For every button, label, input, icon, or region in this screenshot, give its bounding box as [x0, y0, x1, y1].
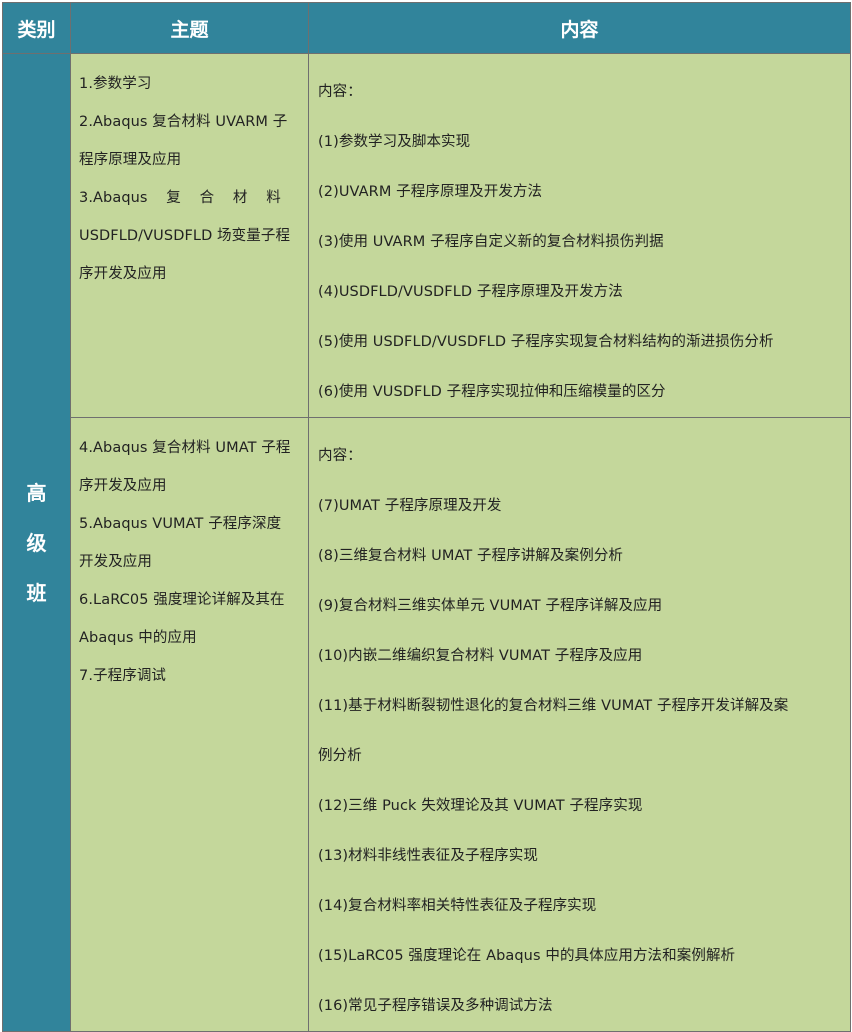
section-row-1: 高 级 班 1.参数学习 2.Abaqus 复合材料 UVARM 子 程序原理及… [2, 53, 851, 1032]
content-item: (13)材料非线性表征及子程序实现 [318, 848, 538, 864]
content-list: 内容： (1)参数学习及脚本实现 (2)UVARM 子程序原理及开发方法 (3)… [309, 54, 850, 417]
header-category: 类别 [2, 2, 71, 54]
topic-line: 开发及应用 [79, 554, 152, 570]
content-item: 例分析 [318, 748, 362, 764]
header-content: 内容 [308, 2, 851, 54]
content-cell: 内容： (7)UMAT 子程序原理及开发 (8)三维复合材料 UMAT 子程序讲… [308, 417, 851, 1032]
topic-line: 序开发及应用 [79, 478, 167, 494]
topic-line: 7.子程序调试 [79, 668, 167, 684]
content-item: (1)参数学习及脚本实现 [318, 134, 471, 150]
content-item: (3)使用 UVARM 子程序自定义新的复合材料损伤判据 [318, 234, 664, 250]
topic-list: 4.Abaqus 复合材料 UMAT 子程 序开发及应用 5.Abaqus VU… [71, 418, 308, 695]
topic-line: 序开发及应用 [79, 266, 167, 282]
content-list: 内容： (7)UMAT 子程序原理及开发 (8)三维复合材料 UMAT 子程序讲… [309, 418, 850, 1031]
content-item: (10)内嵌二维编织复合材料 VUMAT 子程序及应用 [318, 648, 643, 664]
content-cell: 内容： (1)参数学习及脚本实现 (2)UVARM 子程序原理及开发方法 (3)… [308, 53, 851, 418]
header-row: 类别 主题 内容 [2, 2, 851, 54]
topic-line: 程序原理及应用 [79, 152, 182, 168]
category-char: 高 [26, 480, 47, 505]
topic-line: 3.Abaqus 复 合 材 料 [79, 190, 281, 206]
topic-line: USDFLD/VUSDFLD 场变量子程 [79, 228, 291, 244]
topic-line: 4.Abaqus 复合材料 UMAT 子程 [79, 440, 291, 456]
content-item: (2)UVARM 子程序原理及开发方法 [318, 184, 543, 200]
content-label: 内容： [318, 84, 362, 100]
category-char: 班 [26, 580, 47, 605]
content-item: (8)三维复合材料 UMAT 子程序讲解及案例分析 [318, 548, 624, 564]
topic-line: 1.参数学习 [79, 76, 152, 92]
header-topic: 主题 [70, 2, 309, 54]
content-item: (14)复合材料率相关特性表征及子程序实现 [318, 898, 597, 914]
topic-line: Abaqus 中的应用 [79, 630, 197, 646]
topic-cell: 1.参数学习 2.Abaqus 复合材料 UVARM 子 程序原理及应用 3.A… [70, 53, 309, 418]
category-cell: 高 级 班 [2, 53, 71, 1032]
course-table: 类别 主题 内容 高 级 班 1.参数学习 2.Abaqus 复合材料 UVAR… [2, 2, 851, 1032]
content-item: (12)三维 Puck 失效理论及其 VUMAT 子程序实现 [318, 798, 643, 814]
topic-list: 1.参数学习 2.Abaqus 复合材料 UVARM 子 程序原理及应用 3.A… [71, 54, 308, 293]
content-item: (15)LaRC05 强度理论在 Abaqus 中的具体应用方法和案例解析 [318, 948, 736, 964]
section-row-2: 4.Abaqus 复合材料 UMAT 子程 序开发及应用 5.Abaqus VU… [3, 417, 851, 1032]
content-label: 内容： [318, 448, 362, 464]
content-item: (9)复合材料三维实体单元 VUMAT 子程序详解及应用 [318, 598, 663, 614]
topic-line: 2.Abaqus 复合材料 UVARM 子 [79, 114, 288, 130]
topic-line: 6.LaRC05 强度理论详解及其在 [79, 592, 285, 608]
content-item: (5)使用 USDFLD/VUSDFLD 子程序实现复合材料结构的渐进损伤分析 [318, 334, 774, 350]
content-item: (6)使用 VUSDFLD 子程序实现拉伸和压缩模量的区分 [318, 384, 666, 400]
category-label: 高 级 班 [3, 468, 70, 618]
content-item: (16)常见子程序错误及多种调试方法 [318, 998, 553, 1014]
topic-line: 5.Abaqus VUMAT 子程序深度 [79, 516, 282, 532]
topic-cell: 4.Abaqus 复合材料 UMAT 子程 序开发及应用 5.Abaqus VU… [70, 417, 309, 1032]
category-char: 级 [26, 530, 47, 555]
content-item: (7)UMAT 子程序原理及开发 [318, 498, 502, 514]
content-item: (4)USDFLD/VUSDFLD 子程序原理及开发方法 [318, 284, 623, 300]
content-item: (11)基于材料断裂韧性退化的复合材料三维 VUMAT 子程序开发详解及案 [318, 698, 789, 714]
